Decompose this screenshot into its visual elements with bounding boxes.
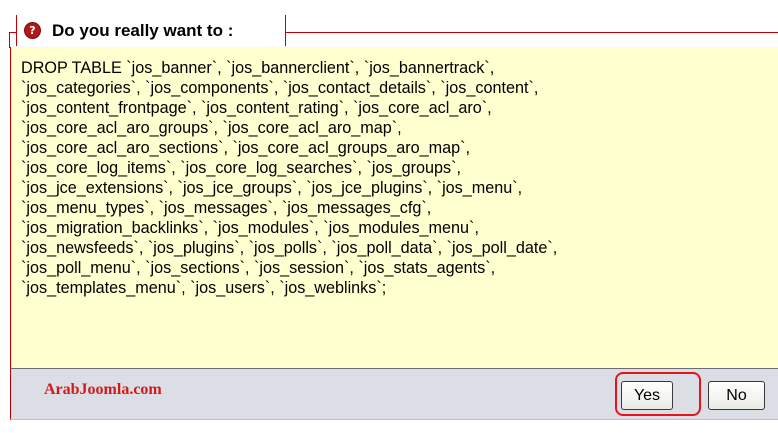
brand-link[interactable]: ArabJoomla.com	[44, 381, 162, 399]
dialog-body: DROP TABLE `jos_banner`, `jos_bannerclie…	[10, 47, 778, 368]
message-line: `jos_core_acl_aro_sections`, `jos_core_a…	[21, 139, 470, 157]
message-line: `jos_migration_backlinks`, `jos_modules`…	[21, 219, 479, 237]
confirm-dialog: ? Do you really want to : DROP TABLE `jo…	[0, 0, 778, 433]
message-line: `jos_core_log_items`, `jos_core_log_sear…	[21, 159, 461, 177]
alert-icon: ?	[25, 23, 40, 38]
message-line: `jos_templates_menu`, `jos_users`, `jos_…	[21, 279, 387, 297]
dialog-legend: ? Do you really want to :	[16, 15, 286, 46]
message-line: `jos_poll_menu`, `jos_sections`, `jos_se…	[21, 259, 496, 277]
dialog-footer: ArabJoomla.com Yes No	[10, 368, 778, 420]
yes-button[interactable]: Yes	[621, 381, 673, 410]
dialog-header: ? Do you really want to :	[0, 0, 778, 48]
message-line: `jos_content_frontpage`, `jos_content_ra…	[21, 99, 492, 117]
message-line: `jos_core_acl_aro_groups`, `jos_core_acl…	[21, 119, 402, 137]
frame-border-top-right	[286, 32, 778, 33]
sql-message: DROP TABLE `jos_banner`, `jos_bannerclie…	[21, 58, 761, 298]
message-line: `jos_menu_types`, `jos_messages`, `jos_m…	[21, 199, 432, 217]
no-button[interactable]: No	[708, 381, 765, 410]
message-line: `jos_categories`, `jos_components`, `jos…	[21, 79, 539, 97]
dialog-title: Do you really want to :	[52, 20, 234, 40]
message-line: `jos_newsfeeds`, `jos_plugins`, `jos_pol…	[21, 239, 558, 257]
message-line: `jos_jce_extensions`, `jos_jce_groups`, …	[21, 179, 523, 197]
frame-border-left	[9, 32, 10, 48]
message-line: DROP TABLE `jos_banner`, `jos_bannerclie…	[21, 59, 495, 77]
